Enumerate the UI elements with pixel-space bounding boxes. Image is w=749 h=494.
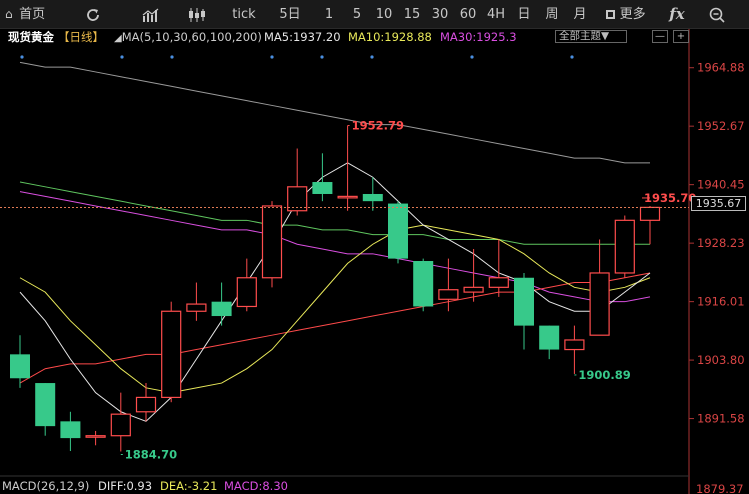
instrument-name: 现货黄金: [8, 30, 54, 44]
candle-body: [161, 310, 182, 399]
price-tick-label: 1940.45: [697, 178, 745, 192]
candle: [236, 258, 257, 312]
macd-params: MACD(26,12,9): [2, 479, 90, 493]
candle-body: [337, 195, 358, 199]
ma-indicator-label[interactable]: ◢MA(5,10,30,60,100,200): [114, 29, 262, 47]
candle-body: [589, 272, 610, 336]
candle-body: [488, 277, 509, 288]
candle-body: [514, 277, 534, 326]
candle: [388, 201, 408, 264]
candle: [10, 335, 30, 388]
ma5-value: MA5:1937.20: [264, 30, 341, 44]
price-chart[interactable]: 1964.88 1952.67 1940.45 1928.23 1916.01 1903.…: [0, 0, 749, 494]
candle: [287, 148, 308, 216]
candle-body: [35, 383, 56, 427]
candle: [312, 153, 333, 202]
event-dot: [270, 55, 274, 59]
annotation-label: 1935.70: [644, 191, 696, 205]
candle-body: [438, 289, 459, 300]
price-tick-label: 1928.23: [697, 236, 745, 250]
candle-body: [564, 339, 585, 351]
annotation-label: 1884.70: [125, 448, 177, 462]
candle: [362, 177, 383, 211]
ma5-line: [19, 162, 651, 422]
macd-legend: MACD(26,12,9) DIFF:0.93 DEA:-3.21 MACD:8…: [0, 479, 749, 494]
event-dot: [470, 55, 474, 59]
candle-body: [413, 261, 434, 307]
candle-body: [261, 205, 283, 279]
macd-diff: DIFF:0.93: [98, 479, 153, 493]
theme-select[interactable]: 全部主题▼: [555, 30, 627, 43]
macd-dea: DEA:-3.21: [160, 479, 218, 493]
ma60-line: [19, 181, 650, 245]
event-dot: [320, 55, 324, 59]
candle-body: [388, 203, 408, 259]
macd-axis-tick: 1879.37: [696, 482, 744, 494]
candle: [514, 272, 534, 350]
candle: [639, 205, 661, 245]
zoom-minus-button[interactable]: —: [652, 30, 668, 43]
annotation-label: 1952.79: [352, 119, 404, 133]
candle-body: [312, 182, 333, 194]
candle: [463, 249, 484, 302]
candle-body: [614, 219, 635, 274]
candle-body: [10, 354, 30, 379]
macd-value: MACD:8.30: [224, 479, 288, 493]
candle: [35, 383, 56, 436]
candle-body: [463, 286, 484, 293]
candle: [564, 325, 585, 374]
price-tick-label: 1891.58: [697, 412, 745, 426]
candle-body: [539, 325, 560, 350]
candle: [337, 125, 358, 211]
candle: [85, 430, 106, 446]
candle-body: [135, 396, 157, 413]
legend-bar: 现货黄金 【日线】 ◢MA(5,10,30,60,100,200) MA5:19…: [0, 29, 749, 45]
candle: [186, 282, 207, 321]
price-tick-label: 1916.01: [697, 295, 745, 309]
candle: [261, 201, 283, 288]
period-label: 【日线】: [58, 30, 104, 44]
price-tick-label: 1952.67: [697, 119, 745, 133]
candle-body: [186, 303, 207, 312]
candle-body: [236, 277, 257, 308]
candle: [413, 258, 434, 312]
candle: [539, 325, 560, 360]
candle: [60, 411, 81, 452]
candle-body: [110, 413, 131, 437]
candle: [614, 215, 635, 278]
ma-indicator-icon: ◢: [114, 33, 122, 44]
price-tick-label: 1964.88: [697, 61, 745, 75]
candle: [110, 392, 131, 452]
event-dot: [170, 55, 174, 59]
ma10-line: [19, 224, 651, 394]
ma30-value: MA30:1925.3: [440, 30, 517, 44]
candle-body: [639, 206, 661, 221]
candle-body: [85, 435, 106, 438]
candle: [589, 239, 610, 336]
annotation-label: 1900.89: [578, 368, 630, 382]
candle-body: [60, 421, 81, 439]
current-price-tag: 1935.67: [691, 196, 746, 211]
ma30-line: [19, 191, 651, 303]
price-tick-label: 1903.80: [697, 353, 745, 367]
event-dot: [120, 55, 124, 59]
candle-body: [211, 301, 232, 317]
event-dot: [370, 55, 374, 59]
candle: [161, 301, 182, 403]
event-dot: [570, 55, 574, 59]
zoom-plus-button[interactable]: +: [673, 30, 689, 43]
candle-body: [362, 193, 383, 202]
event-dot: [20, 55, 24, 59]
ma10-value: MA10:1928.88: [348, 30, 432, 44]
candle: [211, 282, 232, 326]
ma200-line: [19, 61, 650, 164]
